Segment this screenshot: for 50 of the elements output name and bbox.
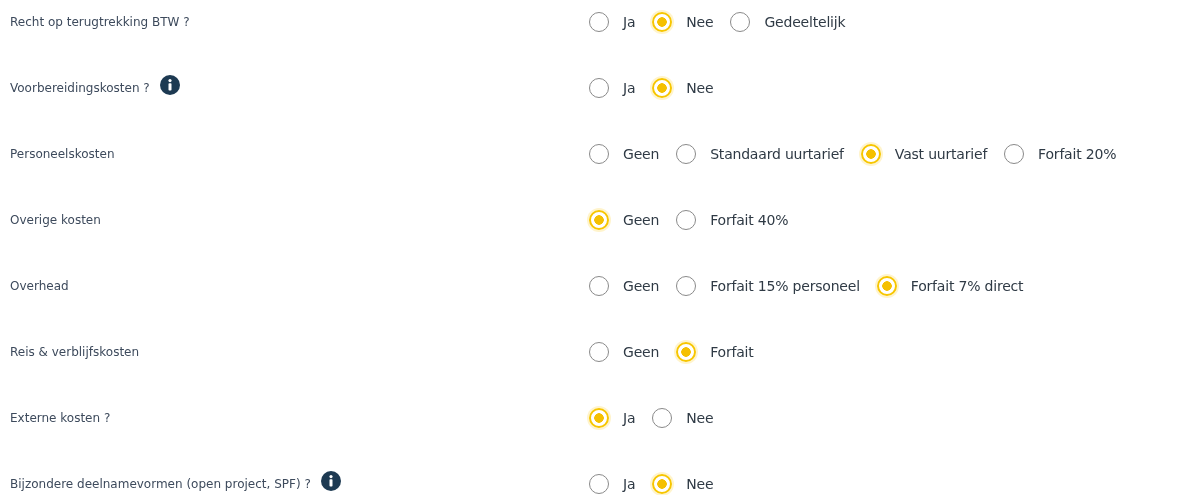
radio-option[interactable]: Ja: [589, 12, 636, 32]
radio-option[interactable]: Nee: [652, 12, 714, 32]
radio-option[interactable]: Gedeeltelijk: [730, 12, 846, 32]
question-label: Externe kosten ?: [10, 411, 111, 425]
radio-button[interactable]: [676, 144, 697, 164]
radio-option[interactable]: Nee: [652, 78, 714, 98]
info-icon[interactable]: [320, 471, 341, 491]
radio-option[interactable]: Standaard uurtarief: [676, 144, 844, 164]
question-label: Reis & verblijfskosten: [10, 345, 140, 359]
radio-option[interactable]: Forfait 20%: [1004, 144, 1117, 164]
radio-button[interactable]: [589, 78, 609, 98]
radio-option[interactable]: Ja: [589, 474, 636, 494]
radio-button[interactable]: [652, 474, 673, 494]
radio-button[interactable]: [589, 144, 609, 164]
info-icon[interactable]: [159, 75, 180, 95]
radio-button[interactable]: [652, 12, 673, 32]
radio-button[interactable]: [589, 12, 609, 32]
radio-button[interactable]: [876, 276, 897, 296]
radio-option[interactable]: Forfait 7% direct: [876, 276, 1024, 296]
question-label: Bijzondere deelnamevormen (open project, SPF) ?: [10, 477, 311, 491]
radio-option[interactable]: Ja: [589, 78, 636, 98]
radio-button[interactable]: [589, 474, 609, 494]
radio-button[interactable]: [589, 408, 609, 428]
question-label: Recht op terugtrekking BTW ?: [10, 15, 190, 29]
question-label: Overhead: [10, 279, 69, 293]
radio-option[interactable]: Forfait 40%: [676, 210, 789, 230]
radio-option[interactable]: Geen: [589, 210, 660, 230]
radio-option[interactable]: Geen: [589, 144, 660, 164]
radio-button[interactable]: [589, 276, 609, 296]
radio-button[interactable]: [1004, 144, 1025, 164]
radio-button[interactable]: [676, 342, 697, 362]
radio-option[interactable]: Forfait 15% personeel: [676, 276, 860, 296]
radio-button[interactable]: [730, 12, 751, 32]
radio-button[interactable]: [676, 210, 697, 230]
radio-option[interactable]: Ja: [589, 408, 636, 428]
radio-button[interactable]: [652, 78, 673, 98]
radio-option[interactable]: Nee: [652, 474, 714, 494]
question-label: Voorbereidingskosten ?: [10, 81, 150, 95]
radio-option[interactable]: Vast uurtarief: [860, 144, 988, 164]
radio-button[interactable]: [652, 408, 673, 428]
radio-button[interactable]: [860, 144, 881, 164]
radio-option[interactable]: Geen: [589, 276, 660, 296]
radio-option[interactable]: Forfait: [676, 342, 754, 362]
question-label: Personeelskosten: [10, 147, 115, 161]
radio-option[interactable]: Geen: [589, 342, 660, 362]
radio-button[interactable]: [589, 210, 609, 230]
radio-option[interactable]: Nee: [652, 408, 714, 428]
question-label: Overige kosten: [10, 213, 101, 227]
radio-button[interactable]: [676, 276, 697, 296]
radio-button[interactable]: [589, 342, 609, 362]
